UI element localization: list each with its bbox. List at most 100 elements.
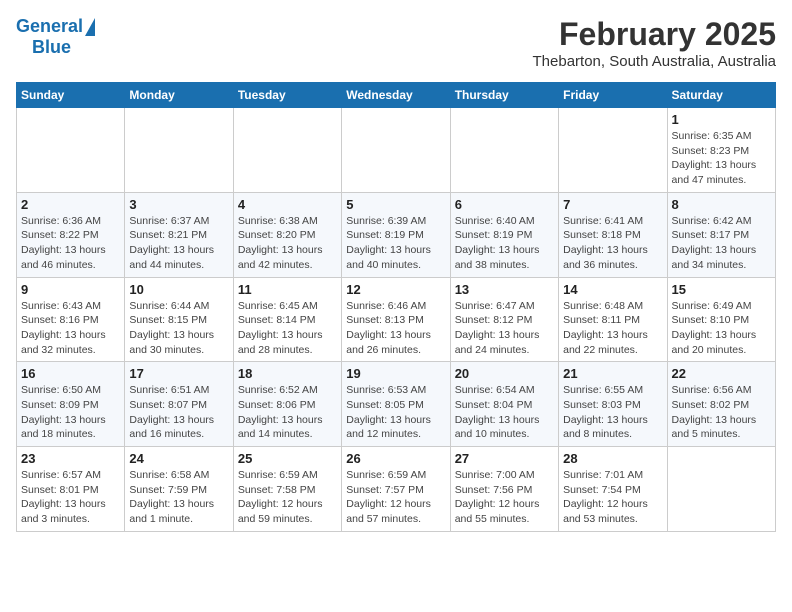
calendar-week-4: 16 Sunrise: 6:50 AM Sunset: 8:09 PM Dayli… (17, 362, 776, 447)
calendar-header-saturday: Saturday (667, 83, 775, 108)
day-info: Sunrise: 6:42 AM Sunset: 8:17 PM Dayligh… (672, 214, 771, 273)
calendar-cell: 24 Sunrise: 6:58 AM Sunset: 7:59 PM Dayli… (125, 447, 233, 532)
calendar-cell: 26 Sunrise: 6:59 AM Sunset: 7:57 PM Dayli… (342, 447, 450, 532)
calendar-title: February 2025 (533, 16, 776, 53)
page-header: General Blue February 2025 Thebarton, So… (16, 16, 776, 70)
calendar-header-monday: Monday (125, 83, 233, 108)
day-number: 23 (21, 451, 120, 466)
calendar-cell: 25 Sunrise: 6:59 AM Sunset: 7:58 PM Dayli… (233, 447, 341, 532)
day-info: Sunrise: 7:01 AM Sunset: 7:54 PM Dayligh… (563, 468, 662, 527)
day-number: 10 (129, 282, 228, 297)
calendar-header-wednesday: Wednesday (342, 83, 450, 108)
day-number: 5 (346, 197, 445, 212)
calendar-cell: 5 Sunrise: 6:39 AM Sunset: 8:19 PM Daylig… (342, 192, 450, 277)
calendar-header-row: SundayMondayTuesdayWednesdayThursdayFrid… (17, 83, 776, 108)
day-number: 19 (346, 366, 445, 381)
day-info: Sunrise: 6:40 AM Sunset: 8:19 PM Dayligh… (455, 214, 554, 273)
day-info: Sunrise: 6:59 AM Sunset: 7:58 PM Dayligh… (238, 468, 337, 527)
calendar-header-friday: Friday (559, 83, 667, 108)
day-number: 13 (455, 282, 554, 297)
calendar-cell: 21Sunrise: 6:55 AM Sunset: 8:03 PM Dayli… (559, 362, 667, 447)
calendar-cell: 9Sunrise: 6:43 AM Sunset: 8:16 PM Daylig… (17, 277, 125, 362)
calendar-cell: 18 Sunrise: 6:52 AM Sunset: 8:06 PM Dayli… (233, 362, 341, 447)
day-info: Sunrise: 6:58 AM Sunset: 7:59 PM Dayligh… (129, 468, 228, 527)
calendar-cell: 28Sunrise: 7:01 AM Sunset: 7:54 PM Dayli… (559, 447, 667, 532)
day-number: 11 (238, 282, 337, 297)
calendar-cell (450, 108, 558, 193)
day-info: Sunrise: 6:52 AM Sunset: 8:06 PM Dayligh… (238, 383, 337, 442)
day-number: 3 (129, 197, 228, 212)
day-number: 26 (346, 451, 445, 466)
day-number: 18 (238, 366, 337, 381)
calendar-cell: 7 Sunrise: 6:41 AM Sunset: 8:18 PM Daylig… (559, 192, 667, 277)
logo-general-text: General (16, 16, 83, 37)
day-number: 20 (455, 366, 554, 381)
calendar-cell: 20 Sunrise: 6:54 AM Sunset: 8:04 PM Dayli… (450, 362, 558, 447)
day-number: 4 (238, 197, 337, 212)
calendar-cell (559, 108, 667, 193)
calendar-cell: 11Sunrise: 6:45 AM Sunset: 8:14 PM Dayli… (233, 277, 341, 362)
calendar-cell: 15Sunrise: 6:49 AM Sunset: 8:10 PM Dayli… (667, 277, 775, 362)
day-info: Sunrise: 6:54 AM Sunset: 8:04 PM Dayligh… (455, 383, 554, 442)
calendar-cell: 14Sunrise: 6:48 AM Sunset: 8:11 PM Dayli… (559, 277, 667, 362)
day-number: 12 (346, 282, 445, 297)
day-info: Sunrise: 6:49 AM Sunset: 8:10 PM Dayligh… (672, 299, 771, 358)
day-number: 2 (21, 197, 120, 212)
day-info: Sunrise: 6:35 AM Sunset: 8:23 PM Dayligh… (672, 129, 771, 188)
day-number: 7 (563, 197, 662, 212)
calendar-cell: 3 Sunrise: 6:37 AM Sunset: 8:21 PM Daylig… (125, 192, 233, 277)
calendar-header-tuesday: Tuesday (233, 83, 341, 108)
day-info: Sunrise: 7:00 AM Sunset: 7:56 PM Dayligh… (455, 468, 554, 527)
day-info: Sunrise: 6:53 AM Sunset: 8:05 PM Dayligh… (346, 383, 445, 442)
day-number: 27 (455, 451, 554, 466)
day-info: Sunrise: 6:39 AM Sunset: 8:19 PM Dayligh… (346, 214, 445, 273)
calendar-cell: 8 Sunrise: 6:42 AM Sunset: 8:17 PM Daylig… (667, 192, 775, 277)
calendar-header-thursday: Thursday (450, 83, 558, 108)
calendar-cell: 4 Sunrise: 6:38 AM Sunset: 8:20 PM Daylig… (233, 192, 341, 277)
day-info: Sunrise: 6:59 AM Sunset: 7:57 PM Dayligh… (346, 468, 445, 527)
logo: General Blue (16, 16, 95, 58)
calendar-cell: 6 Sunrise: 6:40 AM Sunset: 8:19 PM Daylig… (450, 192, 558, 277)
day-number: 9 (21, 282, 120, 297)
calendar-cell: 17Sunrise: 6:51 AM Sunset: 8:07 PM Dayli… (125, 362, 233, 447)
calendar-cell: 12 Sunrise: 6:46 AM Sunset: 8:13 PM Dayli… (342, 277, 450, 362)
calendar-subtitle: Thebarton, South Australia, Australia (533, 53, 776, 70)
calendar-week-3: 9Sunrise: 6:43 AM Sunset: 8:16 PM Daylig… (17, 277, 776, 362)
day-info: Sunrise: 6:44 AM Sunset: 8:15 PM Dayligh… (129, 299, 228, 358)
day-number: 16 (21, 366, 120, 381)
day-number: 1 (672, 112, 771, 127)
logo-triangle-icon (85, 18, 95, 36)
calendar-cell (667, 447, 775, 532)
calendar-header-sunday: Sunday (17, 83, 125, 108)
calendar-table: SundayMondayTuesdayWednesdayThursdayFrid… (16, 82, 776, 532)
day-info: Sunrise: 6:36 AM Sunset: 8:22 PM Dayligh… (21, 214, 120, 273)
calendar-cell: 13 Sunrise: 6:47 AM Sunset: 8:12 PM Dayli… (450, 277, 558, 362)
day-number: 21 (563, 366, 662, 381)
day-info: Sunrise: 6:46 AM Sunset: 8:13 PM Dayligh… (346, 299, 445, 358)
day-info: Sunrise: 6:41 AM Sunset: 8:18 PM Dayligh… (563, 214, 662, 273)
calendar-cell: 19 Sunrise: 6:53 AM Sunset: 8:05 PM Dayli… (342, 362, 450, 447)
calendar-cell: 23 Sunrise: 6:57 AM Sunset: 8:01 PM Dayli… (17, 447, 125, 532)
day-info: Sunrise: 6:38 AM Sunset: 8:20 PM Dayligh… (238, 214, 337, 273)
day-number: 6 (455, 197, 554, 212)
day-info: Sunrise: 6:57 AM Sunset: 8:01 PM Dayligh… (21, 468, 120, 527)
calendar-cell: 2 Sunrise: 6:36 AM Sunset: 8:22 PM Daylig… (17, 192, 125, 277)
day-info: Sunrise: 6:47 AM Sunset: 8:12 PM Dayligh… (455, 299, 554, 358)
calendar-cell: 10 Sunrise: 6:44 AM Sunset: 8:15 PM Dayli… (125, 277, 233, 362)
calendar-week-2: 2 Sunrise: 6:36 AM Sunset: 8:22 PM Daylig… (17, 192, 776, 277)
day-info: Sunrise: 6:37 AM Sunset: 8:21 PM Dayligh… (129, 214, 228, 273)
calendar-week-5: 23 Sunrise: 6:57 AM Sunset: 8:01 PM Dayli… (17, 447, 776, 532)
day-info: Sunrise: 6:50 AM Sunset: 8:09 PM Dayligh… (21, 383, 120, 442)
day-number: 8 (672, 197, 771, 212)
day-number: 25 (238, 451, 337, 466)
day-info: Sunrise: 6:56 AM Sunset: 8:02 PM Dayligh… (672, 383, 771, 442)
calendar-cell: 1 Sunrise: 6:35 AM Sunset: 8:23 PM Daylig… (667, 108, 775, 193)
calendar-cell: 16 Sunrise: 6:50 AM Sunset: 8:09 PM Dayli… (17, 362, 125, 447)
day-number: 24 (129, 451, 228, 466)
calendar-cell: 22Sunrise: 6:56 AM Sunset: 8:02 PM Dayli… (667, 362, 775, 447)
calendar-cell (125, 108, 233, 193)
day-info: Sunrise: 6:48 AM Sunset: 8:11 PM Dayligh… (563, 299, 662, 358)
calendar-cell (17, 108, 125, 193)
day-info: Sunrise: 6:51 AM Sunset: 8:07 PM Dayligh… (129, 383, 228, 442)
calendar-cell (342, 108, 450, 193)
